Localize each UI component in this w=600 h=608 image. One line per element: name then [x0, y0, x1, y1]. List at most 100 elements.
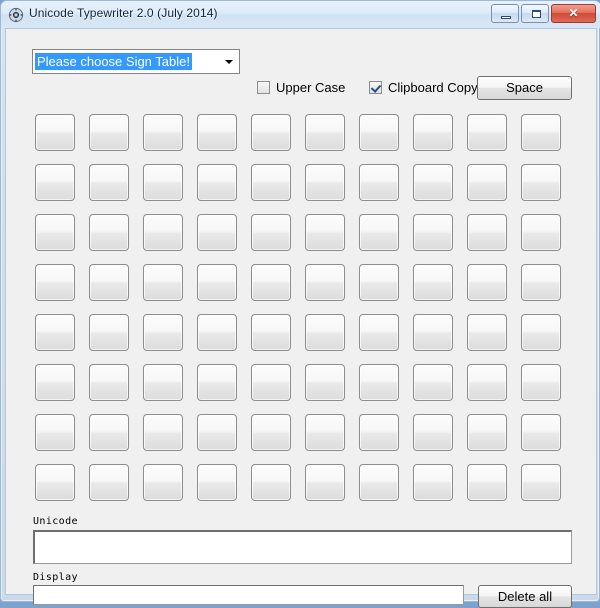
character-key[interactable] [467, 464, 507, 501]
character-key[interactable] [413, 464, 453, 501]
character-key[interactable] [467, 314, 507, 351]
character-key[interactable] [197, 314, 237, 351]
character-key[interactable] [197, 164, 237, 201]
space-button[interactable]: Space [477, 76, 572, 100]
character-key[interactable] [143, 464, 183, 501]
character-key[interactable] [251, 214, 291, 251]
character-key[interactable] [359, 164, 399, 201]
character-key[interactable] [89, 264, 129, 301]
close-button[interactable]: ✕ [551, 4, 596, 23]
character-key[interactable] [305, 414, 345, 451]
character-key[interactable] [89, 114, 129, 151]
character-key[interactable] [413, 164, 453, 201]
minimize-button[interactable] [491, 4, 519, 23]
character-key[interactable] [467, 164, 507, 201]
character-key[interactable] [521, 214, 561, 251]
title-bar[interactable]: Unicode Typewriter 2.0 (July 2014) ✕ [1, 1, 600, 28]
character-key[interactable] [143, 314, 183, 351]
character-key[interactable] [251, 364, 291, 401]
character-key[interactable] [89, 364, 129, 401]
unicode-label: Unicode [33, 516, 78, 527]
character-key[interactable] [359, 214, 399, 251]
character-key[interactable] [143, 164, 183, 201]
character-key[interactable] [251, 264, 291, 301]
character-key[interactable] [35, 264, 75, 301]
character-key[interactable] [413, 114, 453, 151]
character-key[interactable] [305, 314, 345, 351]
upper-case-checkbox[interactable]: Upper Case [257, 80, 345, 95]
character-key[interactable] [89, 214, 129, 251]
character-key[interactable] [197, 114, 237, 151]
maximize-button[interactable] [521, 4, 549, 23]
maximize-icon [532, 10, 541, 18]
character-key[interactable] [197, 414, 237, 451]
character-key[interactable] [143, 264, 183, 301]
character-key[interactable] [413, 264, 453, 301]
character-key[interactable] [359, 264, 399, 301]
character-key[interactable] [143, 214, 183, 251]
character-key[interactable] [89, 164, 129, 201]
character-key[interactable] [521, 364, 561, 401]
character-key[interactable] [35, 214, 75, 251]
character-key[interactable] [305, 214, 345, 251]
character-key[interactable] [521, 314, 561, 351]
character-key[interactable] [35, 364, 75, 401]
character-key[interactable] [251, 164, 291, 201]
unicode-textarea[interactable] [33, 530, 572, 564]
sign-table-select[interactable]: Please choose Sign Table! [32, 49, 240, 74]
character-key[interactable] [413, 314, 453, 351]
character-key[interactable] [467, 214, 507, 251]
character-key[interactable] [359, 464, 399, 501]
character-key[interactable] [197, 464, 237, 501]
checkbox-box-upper-case[interactable] [257, 81, 270, 94]
character-key[interactable] [521, 464, 561, 501]
character-key[interactable] [143, 364, 183, 401]
character-key[interactable] [359, 414, 399, 451]
character-key[interactable] [35, 114, 75, 151]
minimize-icon [501, 16, 511, 19]
character-key[interactable] [359, 364, 399, 401]
character-key[interactable] [251, 114, 291, 151]
character-key[interactable] [521, 264, 561, 301]
character-key[interactable] [467, 414, 507, 451]
character-key[interactable] [305, 164, 345, 201]
character-key[interactable] [89, 314, 129, 351]
character-key[interactable] [521, 164, 561, 201]
character-key[interactable] [467, 364, 507, 401]
character-key[interactable] [413, 414, 453, 451]
character-key[interactable] [35, 314, 75, 351]
character-key[interactable] [305, 464, 345, 501]
character-key[interactable] [35, 414, 75, 451]
chevron-down-icon [225, 60, 233, 64]
character-key[interactable] [89, 414, 129, 451]
character-key[interactable] [467, 264, 507, 301]
clipboard-copy-label: Clipboard Copy [388, 80, 478, 95]
character-key[interactable] [413, 364, 453, 401]
character-key[interactable] [35, 464, 75, 501]
character-key[interactable] [467, 114, 507, 151]
character-key[interactable] [251, 464, 291, 501]
delete-all-button[interactable]: Delete all [478, 585, 572, 608]
character-key[interactable] [359, 314, 399, 351]
checkbox-box-clipboard-copy[interactable] [369, 81, 382, 94]
character-key[interactable] [413, 214, 453, 251]
character-key[interactable] [305, 114, 345, 151]
character-key[interactable] [143, 114, 183, 151]
character-key[interactable] [89, 464, 129, 501]
character-key[interactable] [251, 414, 291, 451]
character-key[interactable] [197, 364, 237, 401]
character-key[interactable] [359, 114, 399, 151]
character-key[interactable] [143, 414, 183, 451]
close-icon: ✕ [568, 6, 579, 20]
character-key[interactable] [521, 414, 561, 451]
character-key[interactable] [305, 264, 345, 301]
character-key[interactable] [197, 214, 237, 251]
display-input[interactable] [33, 585, 464, 605]
clipboard-copy-checkbox[interactable]: Clipboard Copy [369, 80, 478, 95]
character-key[interactable] [35, 164, 75, 201]
character-key[interactable] [305, 364, 345, 401]
character-key[interactable] [197, 264, 237, 301]
character-key[interactable] [251, 314, 291, 351]
gear-icon [8, 7, 24, 23]
character-key[interactable] [521, 114, 561, 151]
